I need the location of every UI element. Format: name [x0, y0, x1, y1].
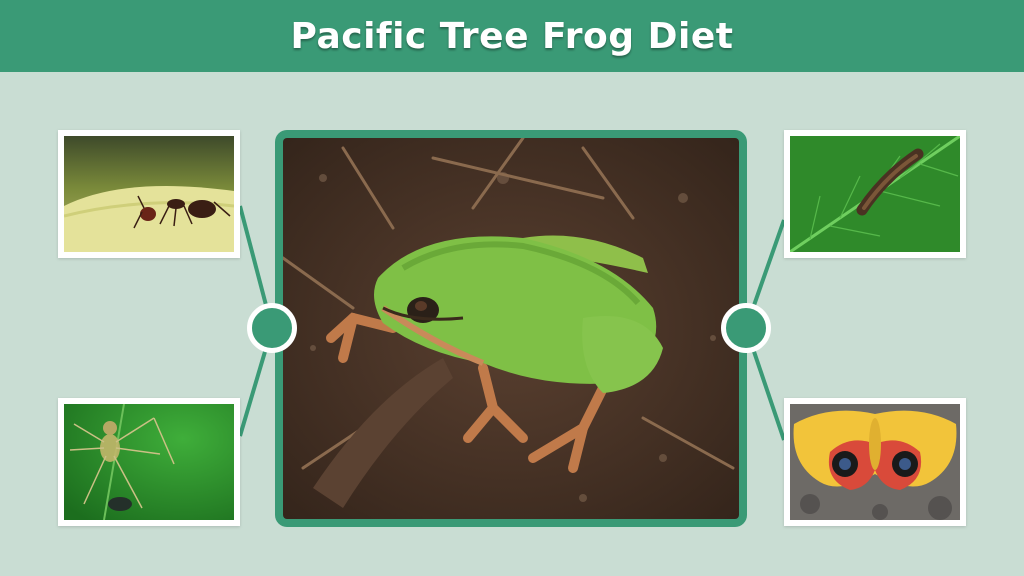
ant-image [64, 136, 234, 252]
connector-node-right [721, 303, 771, 353]
ant-photo [58, 130, 240, 258]
caterpillar-image [790, 136, 960, 252]
moth-image [790, 404, 960, 520]
spider-photo [58, 398, 240, 526]
caterpillar-photo [784, 130, 966, 258]
frog-image [283, 138, 739, 519]
moth-photo [784, 398, 966, 526]
frog-photo-frame [275, 130, 747, 527]
spider-image [64, 404, 234, 520]
connector-node-left [247, 303, 297, 353]
